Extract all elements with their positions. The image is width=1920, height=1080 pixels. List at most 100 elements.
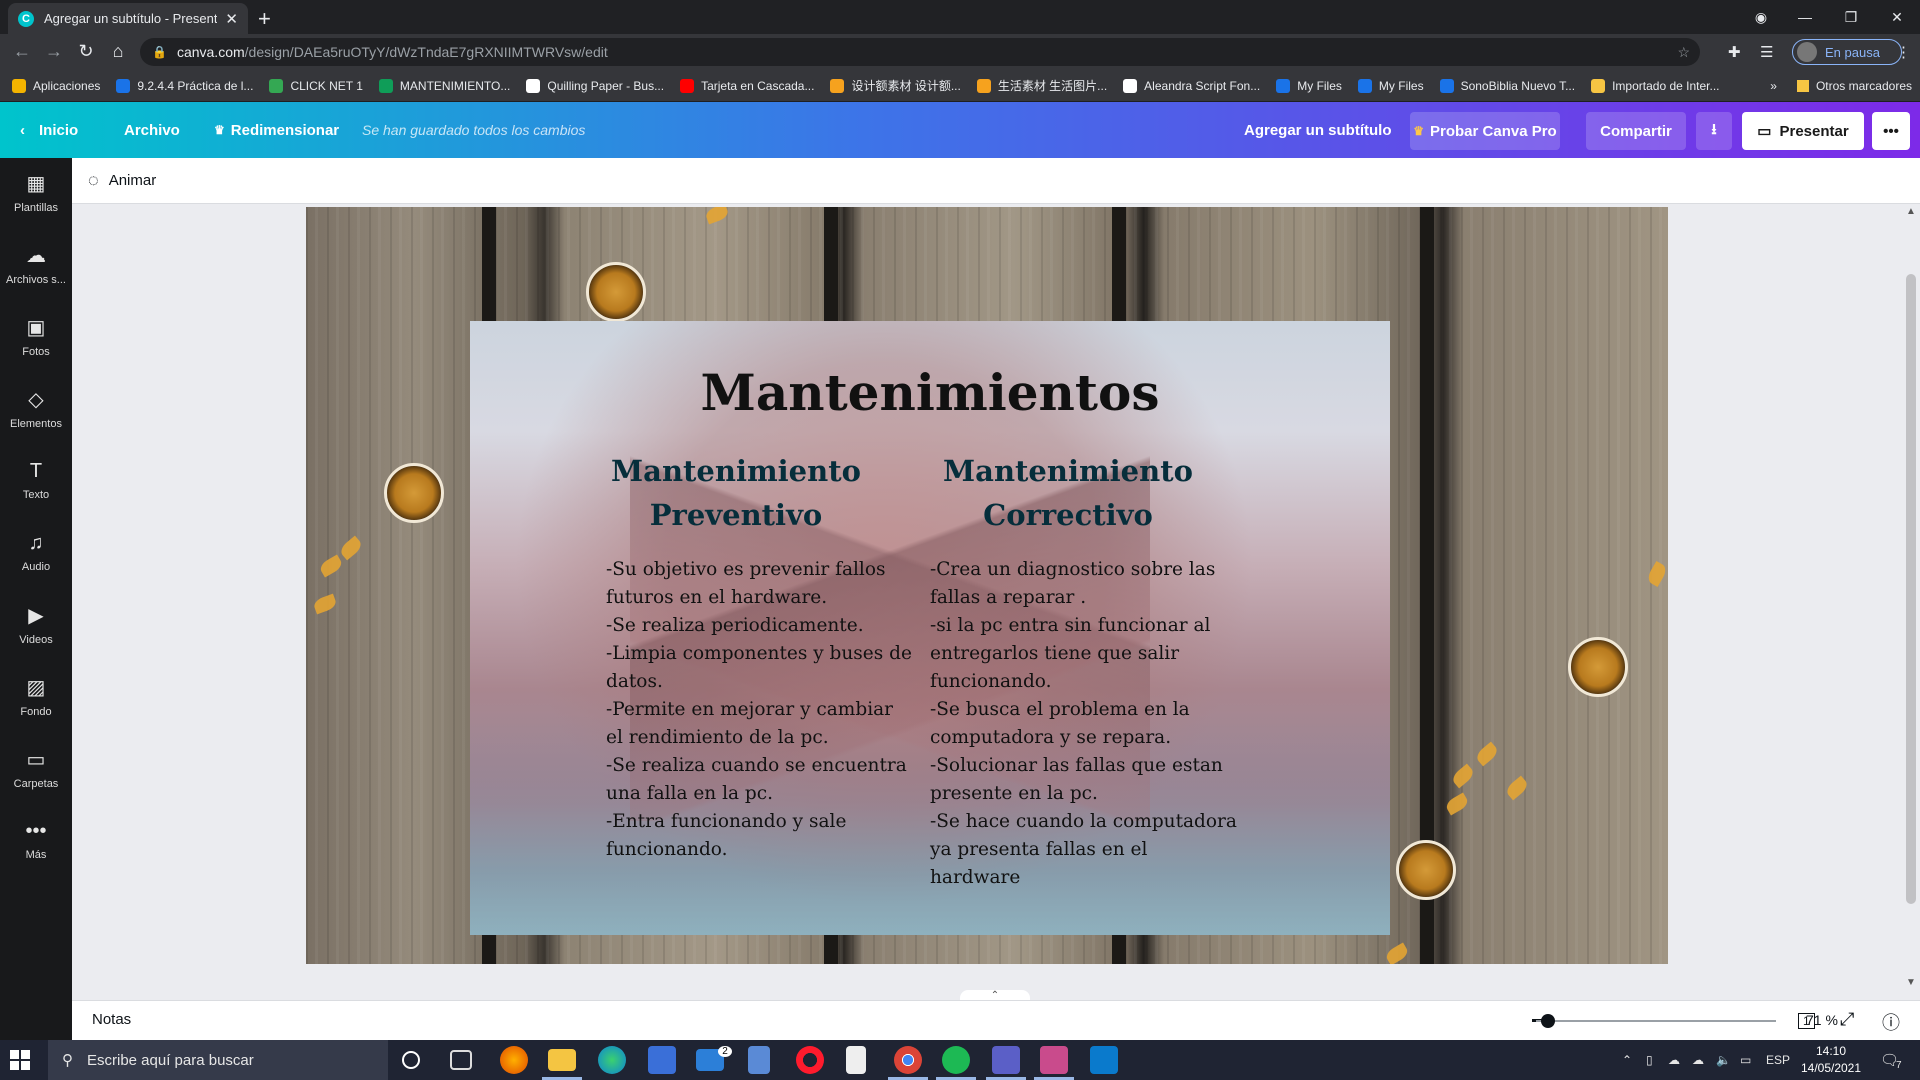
browser-tab[interactable]: C Agregar un subtítulo - Presentac ✕	[8, 3, 248, 34]
sidebar-item-video[interactable]: ▶ Videos	[0, 592, 72, 656]
firefox-icon[interactable]	[500, 1046, 528, 1074]
bookmark-item[interactable]: MANTENIMIENTO...	[378, 78, 510, 93]
workspace-scrollbar[interactable]: ▲ ▼	[1902, 204, 1920, 990]
language-indicator[interactable]: ESP	[1766, 1040, 1790, 1080]
resize-button[interactable]: ♛ Redimensionar	[214, 102, 339, 158]
medallion-ornament[interactable]	[586, 262, 646, 322]
scrollbar-thumb[interactable]	[1906, 274, 1916, 904]
other-bookmarks[interactable]: » Otros marcadores	[1770, 70, 1912, 102]
tab-search-icon[interactable]: ◉	[1738, 0, 1784, 34]
vscode-icon[interactable]	[1090, 1046, 1118, 1074]
bookmark-star-icon[interactable]: ☆	[1677, 44, 1690, 61]
network-icon[interactable]: ▭	[1740, 1040, 1751, 1080]
bookmark-label: Aleandra Script Fon...	[1144, 78, 1261, 93]
bookmark-favicon-icon	[1357, 78, 1372, 93]
bookmark-item[interactable]: 生活素材 生活图片...	[976, 77, 1107, 94]
browser-menu-icon[interactable]: ⋮	[1896, 43, 1911, 61]
medallion-ornament[interactable]	[1568, 637, 1628, 697]
taskbar-search[interactable]: ⚲ Escribe aquí para buscar	[48, 1040, 388, 1080]
clock-time: 14:10	[1815, 1044, 1847, 1058]
slide-title[interactable]: Mantenimientos	[470, 363, 1390, 422]
notes-button[interactable]: Notas	[92, 1011, 131, 1028]
file-explorer-icon[interactable]	[548, 1049, 576, 1071]
home-link[interactable]: ‹ Inicio	[20, 102, 78, 158]
bookmarks-overflow-icon[interactable]: »	[1770, 79, 1777, 93]
sidebar-item-photos[interactable]: ▣ Fotos	[0, 304, 72, 368]
onedrive-icon[interactable]: ☁	[1668, 1040, 1680, 1080]
profile-button[interactable]: En pausa	[1792, 39, 1902, 65]
sidebar-item-folder[interactable]: ▭ Carpetas	[0, 736, 72, 800]
notepad-icon[interactable]	[846, 1046, 866, 1074]
task-view-icon[interactable]	[450, 1050, 472, 1070]
fullscreen-icon[interactable]: ⤢	[1840, 1009, 1854, 1030]
animate-button[interactable]: Animar	[109, 172, 157, 189]
sidebar-item-text[interactable]: T Texto	[0, 448, 72, 512]
edge-icon[interactable]	[598, 1046, 626, 1074]
corrective-heading[interactable]: Mantenimiento Correctivo	[913, 449, 1223, 537]
reload-icon[interactable]: ↻	[74, 41, 98, 62]
bookmark-item[interactable]: Importado de Inter...	[1591, 78, 1720, 93]
volume-icon[interactable]: 🔈	[1716, 1040, 1731, 1080]
animate-icon: ◌	[88, 170, 99, 190]
bookmark-item[interactable]: My Files	[1276, 78, 1342, 93]
spotify-icon[interactable]	[942, 1046, 970, 1074]
home-icon[interactable]: ⌂	[106, 41, 130, 62]
zoom-slider[interactable]	[1536, 1020, 1776, 1022]
messenger-icon[interactable]	[1040, 1046, 1068, 1074]
back-icon[interactable]: ←	[10, 41, 34, 62]
chrome-icon[interactable]	[894, 1046, 922, 1074]
download-icon[interactable]: ⭳	[1696, 112, 1732, 150]
zoom-slider-handle[interactable]	[1541, 1014, 1555, 1028]
close-window-icon[interactable]: ✕	[1874, 0, 1920, 34]
minimize-icon[interactable]: —	[1782, 0, 1828, 34]
document-title[interactable]: Agregar un subtítulo	[1244, 102, 1392, 158]
sidebar-item-more[interactable]: ••• Más	[0, 808, 72, 872]
bookmark-item[interactable]: 设计额素材 设计额...	[830, 77, 961, 94]
new-tab-icon[interactable]: +	[258, 6, 271, 32]
opera-icon[interactable]	[796, 1046, 824, 1074]
tray-chevron-icon[interactable]: ⌃	[1622, 1040, 1632, 1080]
clock[interactable]: 14:10 14/05/2021	[1800, 1043, 1862, 1077]
share-button[interactable]: Compartir	[1586, 112, 1686, 150]
page-count-icon[interactable]: 1	[1798, 1009, 1815, 1030]
more-options-icon[interactable]: •••	[1872, 112, 1910, 150]
restore-icon[interactable]: ❐	[1828, 0, 1874, 34]
calculator-icon[interactable]	[748, 1046, 770, 1074]
address-bar[interactable]: 🔒 canva.com/design/DAEa5ruOTyY/dWzTndaE7…	[140, 38, 1700, 66]
bookmark-item[interactable]: SonoBiblia Nuevo T...	[1439, 78, 1575, 93]
bookmark-item[interactable]: 9.2.4.4 Práctica de l...	[116, 78, 253, 93]
reading-list-icon[interactable]: ☰	[1760, 43, 1773, 61]
try-pro-button[interactable]: ♛ Probar Canva Pro	[1410, 112, 1560, 150]
scroll-down-icon[interactable]: ▼	[1902, 977, 1920, 988]
teams-icon[interactable]	[992, 1046, 1020, 1074]
scroll-up-icon[interactable]: ▲	[1902, 206, 1920, 217]
forward-icon[interactable]: →	[42, 41, 66, 62]
onedrive-personal-icon[interactable]: ☁	[1692, 1040, 1704, 1080]
windows-start-icon[interactable]	[10, 1050, 30, 1070]
bookmark-item[interactable]: Tarjeta en Cascada...	[680, 78, 814, 93]
present-button[interactable]: ▭ Presentar	[1742, 112, 1864, 150]
folder-icon: ▭	[26, 748, 46, 771]
medallion-ornament[interactable]	[384, 463, 444, 523]
sidebar-item-background[interactable]: ▨ Fondo	[0, 664, 72, 728]
sidebar-item-upload[interactable]: ☁ Archivos s...	[0, 232, 72, 296]
help-icon[interactable]: ⓘ	[1882, 1009, 1900, 1035]
bookmark-item[interactable]: Aleandra Script Fon...	[1123, 78, 1261, 93]
close-tab-icon[interactable]: ✕	[225, 10, 238, 28]
bookmark-item[interactable]: Quilling Paper - Bus...	[526, 78, 664, 93]
sidebar-item-templates[interactable]: ▦ Plantillas	[0, 160, 72, 224]
file-menu[interactable]: Archivo	[124, 102, 180, 158]
bookmark-item[interactable]: Aplicaciones	[12, 78, 100, 93]
preventive-body[interactable]: -Su objetivo es prevenir fallos futuros e…	[606, 556, 916, 864]
bookmark-item[interactable]: CLICK NET 1	[269, 78, 363, 93]
store-icon[interactable]	[648, 1046, 676, 1074]
corrective-body[interactable]: -Crea un diagnostico sobre las fallas a r…	[930, 556, 1250, 892]
extensions-icon[interactable]: ✚	[1728, 43, 1741, 61]
cortana-icon[interactable]	[402, 1051, 420, 1069]
preventive-heading[interactable]: Mantenimiento Preventivo	[581, 449, 891, 537]
medallion-ornament[interactable]	[1396, 840, 1456, 900]
sidebar-item-audio[interactable]: ♫ Audio	[0, 520, 72, 584]
bookmark-item[interactable]: My Files	[1357, 78, 1424, 93]
tray-device-icon[interactable]: ▯	[1646, 1040, 1653, 1080]
sidebar-item-elements[interactable]: ◇ Elementos	[0, 376, 72, 440]
